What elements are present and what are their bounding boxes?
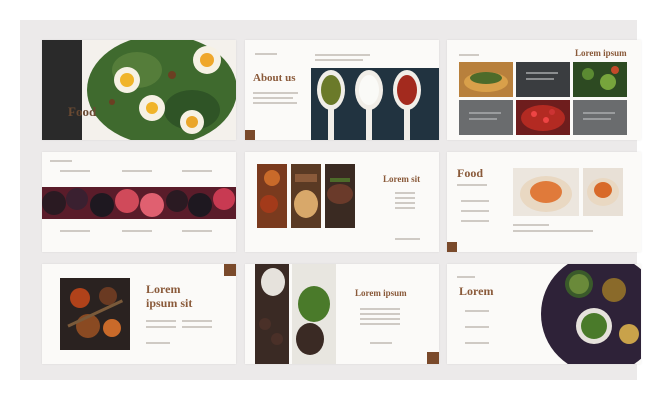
spices-photo	[60, 278, 130, 350]
food-photo-salad	[573, 62, 627, 97]
text-line	[182, 320, 212, 322]
spoons-photo	[311, 68, 439, 140]
text-line	[253, 92, 298, 94]
text-line	[457, 184, 487, 186]
header-line	[315, 54, 370, 56]
text-line	[513, 230, 593, 232]
text-line	[395, 192, 415, 194]
text-line	[146, 320, 176, 322]
text-line	[182, 230, 212, 232]
food-photo-3	[325, 164, 355, 228]
food-photo-2	[291, 164, 321, 228]
text-line	[146, 326, 176, 328]
bullet-line	[465, 342, 489, 344]
slide-thumbnail-1[interactable]: Food	[42, 40, 236, 140]
slide-title: Lorem sit	[383, 174, 421, 184]
header-line	[50, 160, 72, 162]
text-line	[370, 342, 392, 344]
text-panel	[459, 100, 513, 135]
slide-thumbnail-9[interactable]: Lorem	[447, 264, 641, 364]
berries-banner-photo	[42, 187, 236, 219]
slide-title-line-2: ipsum sit	[146, 296, 193, 310]
text-line	[360, 323, 400, 325]
text-line	[60, 170, 90, 172]
bullet-line	[461, 210, 489, 212]
slide-thumbnail-6[interactable]: Food	[447, 152, 641, 252]
header-line	[457, 276, 475, 278]
food-photo-tacos	[459, 62, 513, 97]
slide-thumbnail-5[interactable]: Lorem sit	[245, 152, 439, 252]
text-line	[253, 102, 297, 104]
slide-thumbnail-7[interactable]: Lorem ipsum sit	[42, 264, 236, 364]
text-line	[360, 308, 400, 310]
coffee-photo	[255, 264, 289, 364]
text-line	[395, 207, 415, 209]
header-line	[255, 53, 277, 55]
slide-grid: Food About us Lorem ipsum Lorem sit Food…	[20, 20, 641, 380]
sushi-photo-2	[583, 168, 623, 216]
text-line	[253, 97, 293, 99]
header-line	[459, 54, 479, 56]
food-photo-1	[257, 164, 287, 228]
slide-title: About us	[253, 72, 296, 84]
accent-square	[427, 352, 439, 364]
text-line	[395, 238, 420, 240]
header-line	[315, 59, 363, 61]
text-line	[122, 230, 152, 232]
slide-thumbnail-3[interactable]: Lorem ipsum	[447, 40, 641, 140]
accent-square	[224, 264, 236, 276]
bullet-line	[465, 310, 489, 312]
slide-title: Lorem ipsum	[575, 48, 627, 58]
bullet-line	[461, 200, 489, 202]
text-panel	[573, 100, 627, 135]
slide-thumbnail-4[interactable]	[42, 152, 236, 252]
bullet-line	[461, 220, 489, 222]
food-photo-berries-tart	[516, 100, 570, 135]
slide-thumbnail-2[interactable]: About us	[245, 40, 439, 140]
text-line	[182, 170, 212, 172]
accent-square	[447, 242, 457, 252]
slide-title: Food	[457, 166, 484, 180]
text-panel	[516, 62, 570, 97]
text-line	[146, 342, 170, 344]
text-line	[360, 318, 400, 320]
slide-title: Lorem	[459, 284, 494, 298]
text-line	[360, 313, 400, 315]
text-line	[122, 170, 152, 172]
text-line	[395, 197, 415, 199]
accent-square	[245, 130, 255, 140]
slide-title-line-1: Lorem	[146, 282, 181, 296]
text-line	[60, 230, 90, 232]
slide-title: Food	[68, 104, 97, 119]
bullet-line	[465, 326, 489, 328]
slide-thumbnail-8[interactable]: Lorem ipsum	[245, 264, 439, 364]
text-line	[513, 224, 549, 226]
text-line	[182, 326, 212, 328]
slide-title: Lorem ipsum	[355, 288, 407, 298]
dinner-table-photo	[539, 264, 641, 364]
herbs-photo	[292, 264, 336, 364]
food-photo-eggs-salad	[42, 40, 236, 140]
text-line	[395, 202, 415, 204]
sushi-photo-1	[513, 168, 579, 216]
